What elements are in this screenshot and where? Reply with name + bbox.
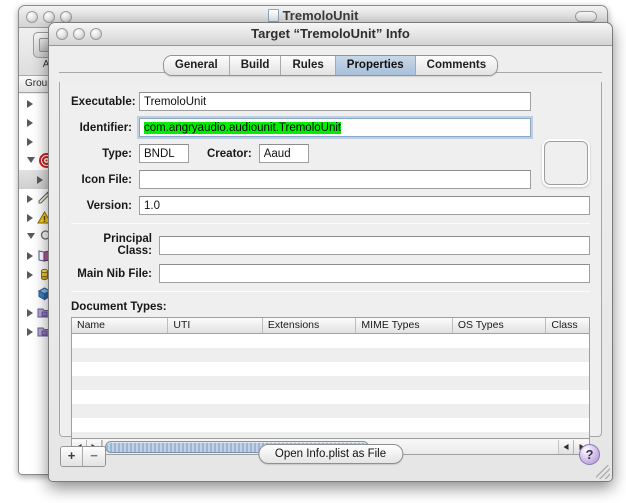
principal-class-field[interactable] xyxy=(159,236,590,255)
disclosure-collapsed-icon[interactable] xyxy=(27,138,33,146)
principal-class-row: Principal Class: xyxy=(71,233,590,257)
table-body[interactable] xyxy=(72,334,589,439)
table-row[interactable] xyxy=(72,418,589,432)
table-row[interactable] xyxy=(72,376,589,390)
divider xyxy=(71,291,590,292)
remove-button[interactable]: − xyxy=(83,447,105,466)
version-field[interactable]: 1.0 xyxy=(139,196,590,215)
project-window-title: TremoloUnit xyxy=(19,8,607,23)
column-header-os-types[interactable]: OS Types xyxy=(453,318,547,333)
disclosure-expanded-icon[interactable] xyxy=(27,233,35,243)
main-nib-file-label: Main Nib File: xyxy=(71,268,159,280)
column-header-name[interactable]: Name xyxy=(72,318,168,333)
creator-field[interactable]: Aaud xyxy=(259,144,309,163)
table-header-row: Name UTI Extensions MIME Types OS Types … xyxy=(72,318,589,334)
disclosure-collapsed-icon[interactable] xyxy=(27,252,33,260)
icon-file-field[interactable] xyxy=(139,170,531,189)
version-row: Version: 1.0 xyxy=(71,196,590,215)
identifier-selected-text: com.angryaudio.audiounit.TremoloUnit xyxy=(144,122,341,134)
target-info-window[interactable]: Target “TremoloUnit” Info General Build … xyxy=(48,22,613,482)
table-row[interactable] xyxy=(72,334,589,348)
add-remove-buttons[interactable]: + − xyxy=(60,446,106,467)
icon-file-row: Icon File: xyxy=(71,170,590,189)
icon-well[interactable] xyxy=(542,139,590,187)
disclosure-collapsed-icon[interactable] xyxy=(27,214,33,222)
document-icon xyxy=(268,9,279,22)
creator-label: Creator: xyxy=(207,148,252,160)
column-header-class[interactable]: Class xyxy=(546,318,589,333)
help-button[interactable]: ? xyxy=(579,444,600,465)
add-button[interactable]: + xyxy=(61,447,83,466)
resize-grip[interactable] xyxy=(596,465,610,479)
table-row[interactable] xyxy=(72,404,589,418)
document-types-table[interactable]: Name UTI Extensions MIME Types OS Types … xyxy=(71,317,590,439)
disclosure-collapsed-icon[interactable] xyxy=(37,176,43,184)
executable-row: Executable: TremoloUnit xyxy=(71,92,590,111)
divider xyxy=(71,223,590,224)
column-header-uti[interactable]: UTI xyxy=(168,318,262,333)
tab-properties[interactable]: Properties xyxy=(336,56,416,75)
column-header-mime-types[interactable]: MIME Types xyxy=(356,318,452,333)
tab-general[interactable]: General xyxy=(164,56,230,75)
disclosure-collapsed-icon[interactable] xyxy=(27,100,33,108)
properties-panel: Executable: TremoloUnit Identifier: com.… xyxy=(59,82,602,437)
disclosure-collapsed-icon[interactable] xyxy=(27,119,33,127)
table-row[interactable] xyxy=(72,362,589,376)
main-nib-file-field[interactable] xyxy=(159,264,590,283)
screen: TremoloUnit Act Group xyxy=(0,0,626,503)
executable-field[interactable]: TremoloUnit xyxy=(139,92,531,111)
type-creator-row: Type: BNDL Creator: Aaud xyxy=(71,144,590,163)
disclosure-expanded-icon[interactable] xyxy=(27,157,35,167)
tab-rules[interactable]: Rules xyxy=(281,56,335,75)
tab-build[interactable]: Build xyxy=(230,56,282,75)
identifier-label: Identifier: xyxy=(71,122,139,134)
dialog-bottom-bar: + − Open Info.plist as File ? xyxy=(49,437,612,481)
disclosure-collapsed-icon[interactable] xyxy=(27,195,33,203)
open-info-plist-button[interactable]: Open Info.plist as File xyxy=(258,444,403,464)
type-label: Type: xyxy=(71,148,139,160)
table-row[interactable] xyxy=(72,390,589,404)
dialog-title: Target “TremoloUnit” Info xyxy=(49,26,612,41)
document-types-label: Document Types: xyxy=(71,301,590,313)
disclosure-collapsed-icon[interactable] xyxy=(27,309,33,317)
type-field[interactable]: BNDL xyxy=(139,144,189,163)
executable-label: Executable: xyxy=(71,96,139,108)
disclosure-collapsed-icon[interactable] xyxy=(27,271,33,279)
version-label: Version: xyxy=(71,200,139,212)
principal-class-label: Principal Class: xyxy=(71,233,159,257)
main-nib-file-row: Main Nib File: xyxy=(71,264,590,283)
table-row[interactable] xyxy=(72,348,589,362)
identifier-field[interactable]: com.angryaudio.audiounit.TremoloUnit xyxy=(139,118,531,137)
column-header-extensions[interactable]: Extensions xyxy=(263,318,357,333)
dialog-body: General Build Rules Properties Comments … xyxy=(49,46,612,481)
toolbar-toggle-button[interactable] xyxy=(575,11,597,22)
disclosure-collapsed-icon[interactable] xyxy=(27,328,33,336)
tab-comments[interactable]: Comments xyxy=(416,56,497,75)
identifier-row: Identifier: com.angryaudio.audiounit.Tre… xyxy=(71,118,590,137)
tab-bar[interactable]: General Build Rules Properties Comments xyxy=(49,53,612,83)
icon-file-label: Icon File: xyxy=(71,174,139,186)
target-info-titlebar[interactable]: Target “TremoloUnit” Info xyxy=(49,23,612,46)
